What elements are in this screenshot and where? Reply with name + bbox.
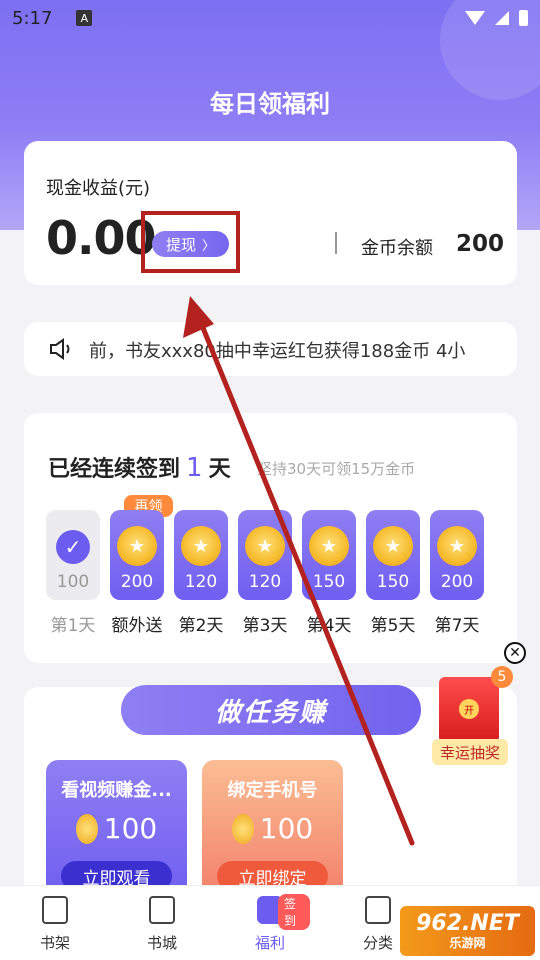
signin-day-4[interactable]: ★ 150	[302, 510, 356, 600]
battery-icon	[519, 10, 528, 26]
red-packet-icon[interactable]: 开	[439, 677, 499, 743]
coin-icon: ★	[117, 526, 157, 566]
task-reward-value: 100	[103, 812, 158, 845]
signin-title-suffix: 天	[208, 457, 231, 482]
lucky-draw-button[interactable]: 幸运抽奖	[432, 739, 508, 765]
tab-label: 福利	[254, 934, 285, 952]
annotation-highlight-box	[141, 211, 240, 273]
speaker-icon	[50, 338, 70, 360]
signin-title-prefix: 已经连续签到	[48, 457, 181, 482]
coin-icon: ★	[181, 526, 221, 566]
day-amount: 100	[56, 572, 90, 592]
tasks-banner: 做任务赚	[121, 685, 421, 735]
lucky-count-badge: 5	[491, 666, 513, 688]
tab-label: 书城	[146, 934, 177, 952]
coin-icon: ★	[245, 526, 285, 566]
red-packet-seal: 开	[459, 699, 479, 719]
coin-icon: ★	[373, 526, 413, 566]
coin-icon	[231, 813, 254, 844]
coin-icon	[75, 813, 98, 844]
notice-text: 前，书友xxx80抽中幸运红包获得188金币 4小	[89, 341, 466, 362]
status-time: 5:17	[12, 7, 53, 29]
signin-day-7[interactable]: ★ 200	[430, 510, 484, 600]
tab-bookshelf[interactable]: 书架	[15, 896, 95, 953]
task-reward: 100	[202, 812, 343, 845]
book-icon	[149, 896, 175, 924]
tab-label: 书架	[39, 934, 70, 952]
coin-icon: ★	[437, 526, 477, 566]
status-icons	[465, 10, 528, 26]
day-label: 第3天	[242, 616, 288, 636]
task-reward: 100	[46, 812, 187, 845]
bookshelf-icon	[42, 896, 68, 924]
day-amount: 120	[248, 572, 282, 592]
task-title: 绑定手机号	[227, 780, 318, 801]
watermark-logo: 962.NET 乐游网	[400, 906, 535, 956]
notice-bar[interactable]: 前，书友xxx80抽中幸运红包获得188金币 4小	[24, 322, 517, 376]
tab-label: 分类	[362, 934, 393, 952]
task-watch-video[interactable]: 看视频赚金... 100 立即观看	[46, 760, 187, 900]
tab-bookstore[interactable]: 书城	[122, 896, 202, 953]
grid-icon	[365, 896, 391, 924]
day-amount: 150	[376, 572, 410, 592]
coin-balance-label: 金币余额	[361, 238, 433, 259]
signin-day-2[interactable]: ★ 120	[174, 510, 228, 600]
signin-title: 已经连续签到 1 天	[48, 451, 231, 483]
day-amount: 200	[120, 572, 154, 592]
signin-day-extra[interactable]: ★ 200	[110, 510, 164, 600]
day-amount: 150	[312, 572, 346, 592]
task-reward-value: 100	[259, 812, 314, 845]
tab-welfare[interactable]: 签到 福利	[230, 894, 310, 953]
day-label: 额外送	[111, 616, 163, 636]
signin-days-count: 1	[186, 453, 203, 483]
day-amount: 120	[184, 572, 218, 592]
signin-badge: 签到	[278, 894, 310, 930]
watermark-title: 962.NET	[416, 911, 519, 936]
task-title: 看视频赚金...	[61, 780, 172, 801]
day-label: 第5天	[370, 616, 416, 636]
signin-day-3[interactable]: ★ 120	[238, 510, 292, 600]
signin-day-1[interactable]: ✓ 100	[46, 510, 100, 600]
close-icon[interactable]: ✕	[504, 642, 526, 664]
watermark-subtitle: 乐游网	[449, 936, 486, 950]
day-amount: 200	[440, 572, 474, 592]
day-label: 第2天	[178, 616, 224, 636]
notification-icon: A	[76, 10, 93, 26]
coin-icon: ★	[309, 526, 349, 566]
cash-earnings-value: 0.00	[46, 211, 156, 265]
day-label: 第7天	[434, 616, 480, 636]
cell-signal-icon	[495, 11, 509, 25]
task-bind-phone[interactable]: 绑定手机号 100 立即绑定	[202, 760, 343, 900]
divider	[335, 232, 337, 254]
check-icon: ✓	[56, 530, 90, 564]
signin-hint: 坚持30天可领15万金币	[257, 460, 416, 478]
status-bar: 5:17 A	[0, 0, 540, 36]
signin-card: 已经连续签到 1 天 坚持30天可领15万金币 ✓ 100 第1天 再领 ★ 2…	[24, 413, 517, 663]
day-label: 第1天	[50, 616, 96, 636]
coin-balance-value: 200	[456, 231, 505, 257]
earnings-card: 现金收益(元) 0.00 提现 〉 金币余额 200	[24, 141, 517, 285]
day-label: 第4天	[306, 616, 352, 636]
cash-earnings-label: 现金收益(元)	[46, 178, 151, 199]
page-title: 每日领福利	[210, 90, 330, 118]
signin-day-5[interactable]: ★ 150	[366, 510, 420, 600]
wifi-icon	[465, 11, 485, 25]
